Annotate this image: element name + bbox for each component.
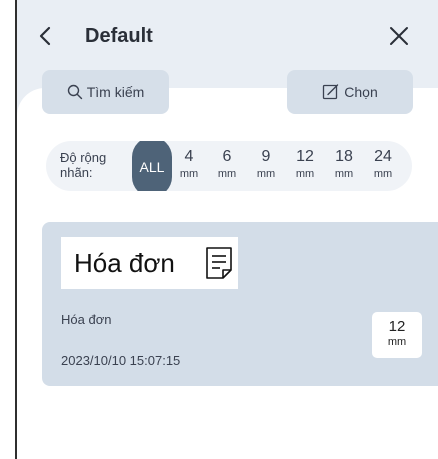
label-width-filter: Độ rộng nhãn: ALL 4 mm 6 mm 9 mm 12 mm 1… — [46, 141, 412, 191]
header-bar — [17, 0, 438, 76]
search-button-label: Tìm kiếm — [86, 84, 145, 100]
filter-option-value: 18 — [335, 148, 353, 165]
filter-label: Độ rộng nhãn: — [60, 150, 106, 180]
filter-option-6mm[interactable]: 6 mm — [212, 147, 242, 181]
filter-option-4mm[interactable]: 4 mm — [174, 147, 204, 181]
filter-option-unit: mm — [334, 168, 354, 180]
filter-option-value: 12 — [296, 148, 314, 165]
filter-option-unit: mm — [373, 168, 393, 180]
template-preview: Hóa đơn — [61, 237, 238, 289]
chevron-left-icon — [39, 26, 51, 46]
close-icon — [390, 27, 408, 45]
filter-option-12mm[interactable]: 12 mm — [290, 147, 320, 181]
filter-option-value: 9 — [261, 148, 271, 165]
template-preview-text: Hóa đơn — [74, 248, 175, 278]
select-button-label: Chọn — [344, 84, 378, 100]
close-button[interactable] — [386, 22, 412, 50]
search-button[interactable]: Tìm kiếm — [42, 70, 169, 114]
filter-option-value: 24 — [374, 148, 392, 165]
filter-label-line2: nhãn: — [60, 165, 93, 180]
document-icon — [206, 247, 232, 279]
search-icon — [67, 84, 82, 100]
filter-option-9mm[interactable]: 9 mm — [251, 147, 281, 181]
filter-option-unit: mm — [179, 168, 199, 180]
filter-option-value: 4 — [184, 148, 194, 165]
back-button[interactable] — [36, 22, 58, 50]
template-card[interactable]: Hóa đơn Hóa đơn 2023/10/10 15:07:15 12 m… — [42, 222, 438, 386]
page-title: Default — [85, 25, 153, 47]
filter-option-value: 6 — [222, 148, 232, 165]
filter-option-24mm[interactable]: 24 mm — [368, 147, 398, 181]
tape-size-unit: mm — [387, 336, 407, 348]
template-name: Hóa đơn — [61, 312, 112, 327]
edit-icon — [323, 84, 339, 100]
select-button[interactable]: Chọn — [287, 70, 413, 114]
filter-option-18mm[interactable]: 18 mm — [329, 147, 359, 181]
filter-option-all[interactable]: ALL — [132, 141, 172, 191]
filter-option-unit: mm — [256, 168, 276, 180]
filter-option-unit: mm — [295, 168, 315, 180]
tape-size-value: 12 — [388, 318, 406, 335]
filter-label-line1: Độ rộng — [60, 150, 107, 165]
tape-size-badge: 12 mm — [372, 312, 422, 358]
template-date: 2023/10/10 15:07:15 — [61, 353, 181, 368]
filter-option-unit: mm — [217, 168, 237, 180]
